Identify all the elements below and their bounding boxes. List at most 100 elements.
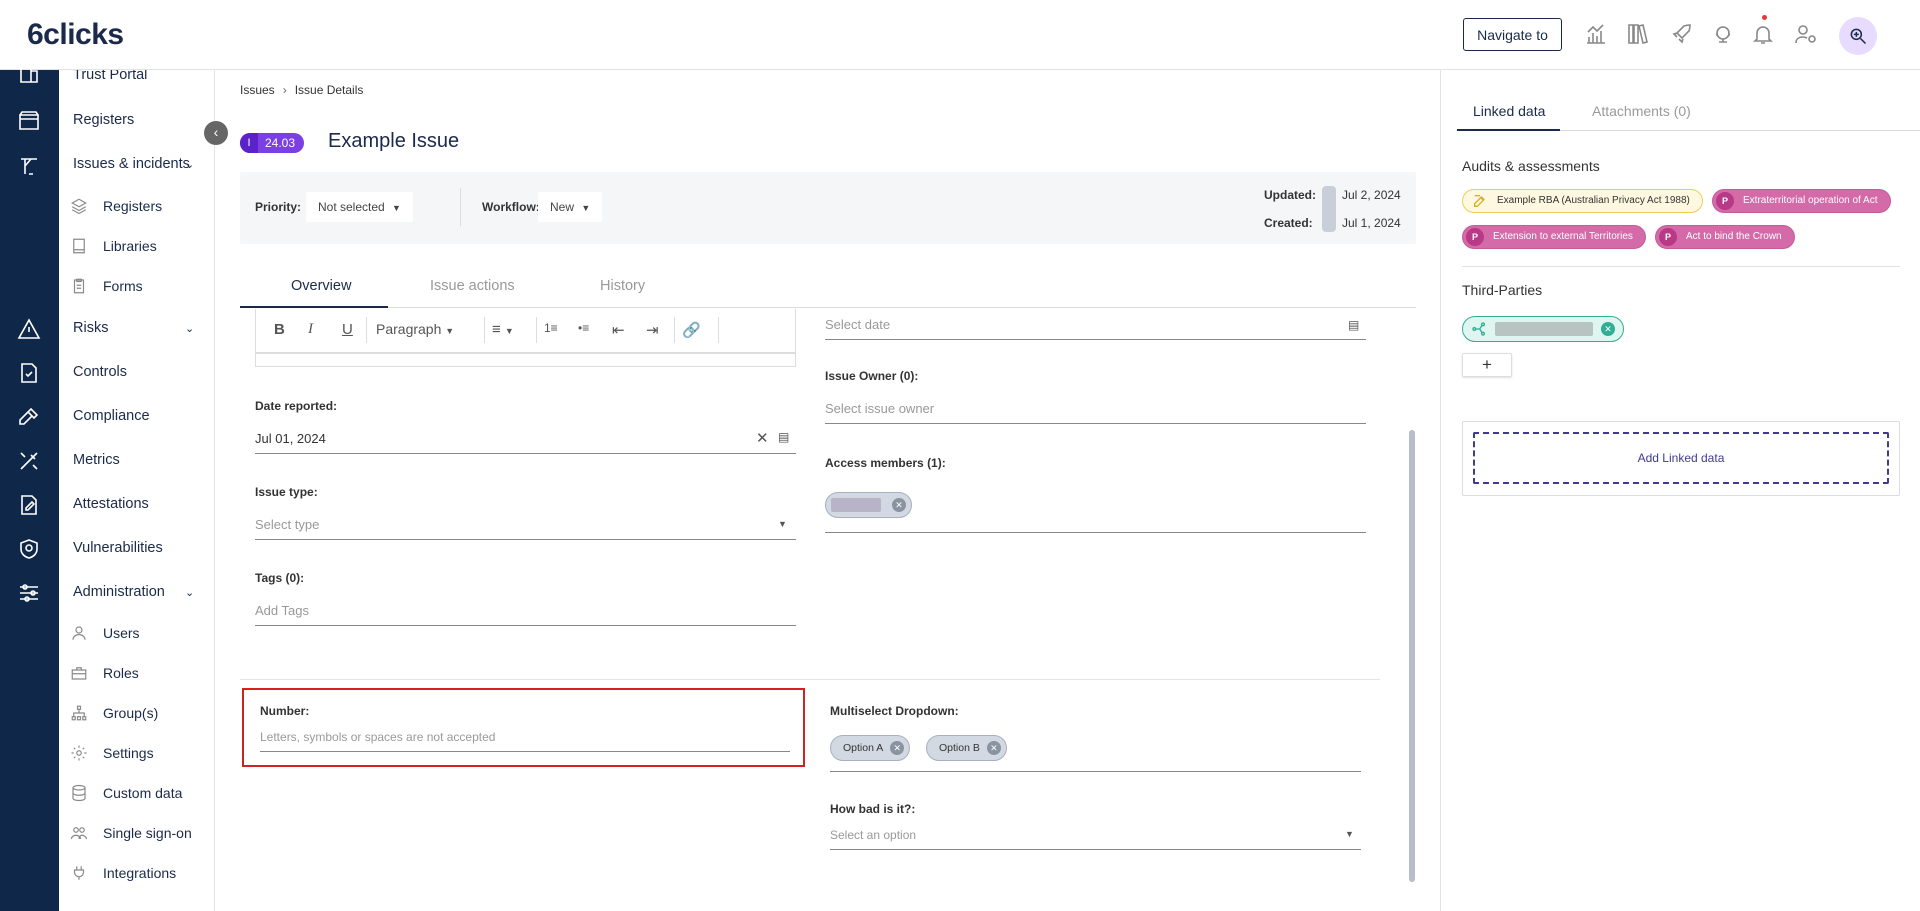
sidebar-item-attestations[interactable]: Attestations (73, 496, 149, 512)
caret-down-icon[interactable]: ▼ (1345, 829, 1354, 839)
audit-pill-label: Example RBA (Australian Privacy Act 1988… (1497, 195, 1690, 206)
sidebar-item-integrations[interactable]: Integrations (103, 865, 176, 881)
sidebar-item-administration[interactable]: Administration (73, 584, 165, 600)
bold-icon[interactable]: B (274, 321, 285, 338)
numbered-list-icon[interactable]: 1≡ (544, 321, 558, 335)
top-bar: 6clicks Navigate to (0, 0, 1920, 70)
navigate-to-button[interactable]: Navigate to (1463, 18, 1562, 51)
sidebar-item-settings[interactable]: Settings (103, 745, 154, 761)
administration-sliders-icon[interactable] (17, 581, 41, 605)
remove-icon[interactable]: ✕ (986, 741, 1001, 755)
issue-id-badge: I 24.03 (240, 133, 305, 153)
notification-bell-icon[interactable] (1751, 22, 1775, 46)
right-panel: Linked data Attachments (0) Audits & ass… (1440, 70, 1920, 911)
policy-pill[interactable]: P Extraterritorial operation of Act (1712, 189, 1891, 213)
sidebar-item-controls[interactable]: Controls (73, 364, 127, 380)
tab-attachments[interactable]: Attachments (0) (1592, 103, 1691, 119)
underline-icon[interactable]: U (342, 321, 353, 338)
third-party-chip[interactable]: ✕ (1462, 316, 1624, 342)
bullet-list-icon[interactable]: •≡ (578, 321, 589, 335)
issue-owner-input[interactable]: Select issue owner (825, 396, 1366, 424)
number-input[interactable]: Letters, symbols or spaces are not accep… (260, 724, 790, 752)
trust-portal-icon[interactable] (17, 62, 41, 86)
clear-icon[interactable]: ✕ (756, 429, 769, 447)
paragraph-select[interactable]: Paragraph ▼ (376, 321, 454, 337)
sidebar-item-groups[interactable]: Group(s) (103, 705, 158, 721)
chevron-down-icon[interactable]: ⌄ (185, 322, 194, 335)
registers-icon[interactable] (17, 109, 41, 133)
add-linked-data-button[interactable]: Add Linked data (1473, 432, 1889, 484)
sidebar-item-custom-data[interactable]: Custom data (103, 785, 182, 801)
scrollbar[interactable] (1409, 430, 1415, 882)
tags-input[interactable]: Add Tags (255, 598, 796, 626)
attestations-icon[interactable] (17, 493, 41, 517)
sidebar-item-registers[interactable]: Registers (73, 112, 134, 128)
calendar-icon[interactable]: ▤ (1348, 318, 1359, 332)
option-b-label: Option B (939, 742, 980, 754)
database-icon (72, 784, 86, 802)
workflow-select[interactable]: New ▼ (538, 192, 603, 222)
compliance-hammer-icon[interactable] (17, 405, 41, 429)
library-icon[interactable] (1626, 22, 1650, 46)
how-bad-label: How bad is it?: (830, 802, 916, 816)
link-icon[interactable]: 🔗 (682, 321, 701, 339)
sidebar-item-users[interactable]: Users (103, 625, 140, 641)
chevron-down-icon[interactable]: ⌄ (185, 586, 194, 599)
sidebar-item-trust-portal[interactable]: Trust Portal (73, 70, 147, 83)
how-bad-select[interactable]: Select an option (830, 822, 1361, 850)
page-title[interactable]: Example Issue (328, 130, 459, 153)
chevron-down-icon[interactable]: ⌄ (185, 158, 194, 171)
app-logo[interactable]: 6clicks (27, 18, 124, 52)
italic-icon[interactable]: I (308, 321, 313, 338)
sidebar-item-metrics[interactable]: Metrics (73, 452, 120, 468)
sidebar-item-forms[interactable]: Forms (103, 278, 143, 294)
user-settings-icon[interactable] (1794, 22, 1818, 46)
sidebar-item-issue-registers[interactable]: Registers (103, 198, 162, 214)
calendar-icon[interactable]: ▤ (778, 430, 789, 444)
sidebar-item-compliance[interactable]: Compliance (73, 408, 150, 424)
tab-overview[interactable]: Overview (291, 278, 351, 294)
tab-linked-data[interactable]: Linked data (1473, 103, 1545, 119)
option-chip-a[interactable]: Option A ✕ (830, 735, 911, 761)
group-hierarchy-icon (71, 705, 87, 721)
access-member-chip[interactable]: ✕ (825, 492, 912, 518)
priority-select[interactable]: Not selected ▼ (306, 192, 413, 222)
remove-icon[interactable]: ✕ (892, 498, 906, 512)
policy-pill[interactable]: P Act to bind the Crown (1655, 225, 1795, 249)
rocket-icon[interactable] (1670, 22, 1694, 46)
user-avatar[interactable] (1839, 17, 1877, 55)
issue-type-select[interactable]: Select type (255, 512, 796, 540)
sidebar-item-roles[interactable]: Roles (103, 665, 139, 681)
tab-history[interactable]: History (600, 278, 645, 294)
issue-owner-placeholder: Select issue owner (825, 401, 935, 416)
policy-badge: P (1716, 192, 1734, 210)
support-icon[interactable] (1711, 22, 1735, 46)
add-third-party-button[interactable]: + (1462, 353, 1512, 377)
sidebar-item-risks[interactable]: Risks (73, 320, 108, 336)
date-reported-field[interactable]: Jul 01, 2024 (255, 426, 796, 454)
metrics-tools-icon[interactable] (17, 449, 41, 473)
remove-icon[interactable]: ✕ (890, 741, 905, 755)
sidebar-item-vulnerabilities[interactable]: Vulnerabilities (73, 540, 163, 556)
rich-text-body[interactable] (255, 353, 796, 367)
policy-pill[interactable]: P Extension to external Territories (1462, 225, 1646, 249)
issue-type-placeholder: Select type (255, 517, 320, 532)
issues-icon[interactable] (17, 154, 41, 178)
breadcrumb-issues[interactable]: Issues (240, 83, 275, 97)
dashboard-chart-icon[interactable] (1584, 22, 1608, 46)
date-field[interactable]: Select date (825, 312, 1366, 340)
align-left-icon[interactable]: ≡ ▼ (492, 321, 514, 338)
risks-warning-icon[interactable] (17, 317, 41, 341)
tab-issue-actions[interactable]: Issue actions (430, 278, 515, 294)
remove-icon[interactable]: ✕ (1601, 322, 1615, 336)
sidebar-item-libraries[interactable]: Libraries (103, 238, 157, 254)
option-chip-b[interactable]: Option B ✕ (926, 735, 1007, 761)
caret-down-icon[interactable]: ▼ (778, 519, 787, 529)
vulnerabilities-shield-icon[interactable] (17, 537, 41, 561)
indent-icon[interactable]: ⇥ (646, 321, 659, 339)
controls-icon[interactable] (17, 361, 41, 385)
outdent-icon[interactable]: ⇤ (612, 321, 625, 339)
sidebar-item-issues-incidents[interactable]: Issues & incidents (73, 156, 190, 172)
sidebar-item-single-sign-on[interactable]: Single sign-on (103, 825, 192, 841)
audit-pill[interactable]: Example RBA (Australian Privacy Act 1988… (1462, 189, 1703, 213)
